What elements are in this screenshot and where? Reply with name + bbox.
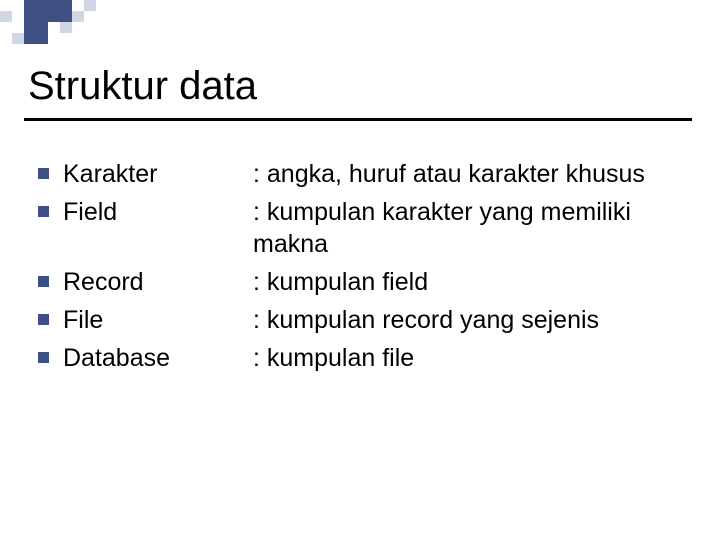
definition: : kumpulan record yang sejenis xyxy=(253,304,660,336)
content-list: Karakter : angka, huruf atau karakter kh… xyxy=(38,158,660,380)
square-bullet-icon xyxy=(38,276,49,287)
list-item: Database : kumpulan file xyxy=(38,342,660,374)
square-bullet-icon xyxy=(38,168,49,179)
term: Database xyxy=(63,342,253,374)
list-item: Field : kumpulan karakter yang memiliki … xyxy=(38,196,660,260)
title-underline xyxy=(24,118,692,121)
definition: : kumpulan field xyxy=(253,266,660,298)
slide-title: Struktur data xyxy=(28,64,257,109)
term: Karakter xyxy=(63,158,253,190)
term: File xyxy=(63,304,253,336)
list-item: File : kumpulan record yang sejenis xyxy=(38,304,660,336)
square-bullet-icon xyxy=(38,206,49,217)
square-bullet-icon xyxy=(38,314,49,325)
definition: : kumpulan file xyxy=(253,342,660,374)
list-item: Karakter : angka, huruf atau karakter kh… xyxy=(38,158,660,190)
definition: : angka, huruf atau karakter khusus xyxy=(253,158,660,190)
term: Field xyxy=(63,196,253,228)
term: Record xyxy=(63,266,253,298)
corner-decoration xyxy=(0,0,118,46)
square-bullet-icon xyxy=(38,352,49,363)
definition: : kumpulan karakter yang memiliki makna xyxy=(253,196,660,260)
list-item: Record : kumpulan field xyxy=(38,266,660,298)
